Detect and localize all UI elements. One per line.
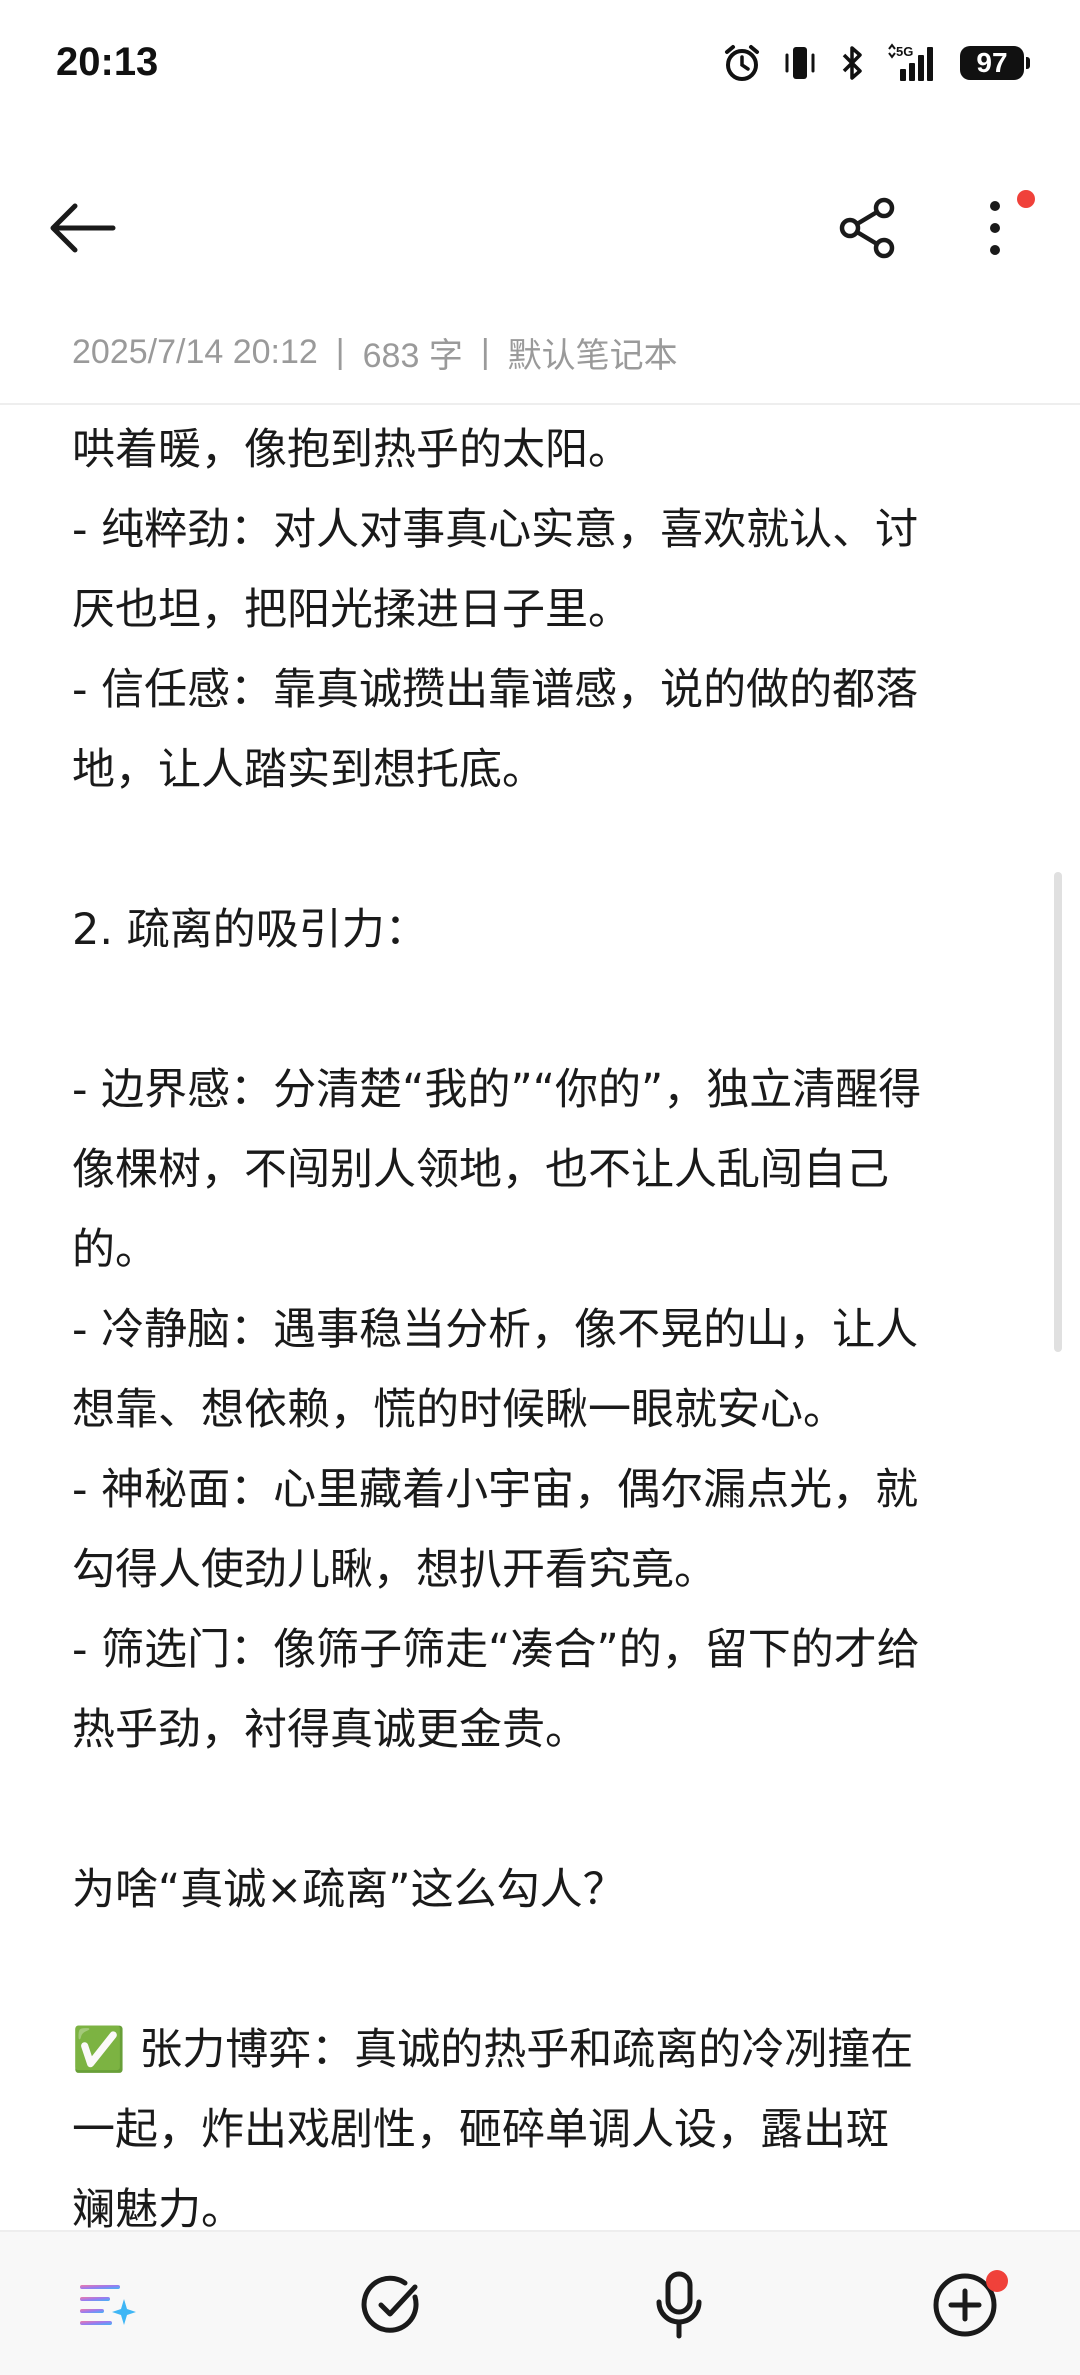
note-notebook[interactable]: 默认笔记本	[508, 328, 678, 377]
alarm-icon	[722, 43, 762, 83]
meta-separator: |	[335, 333, 345, 371]
note-body[interactable]: 哄着暖，像抱到热乎的太阳。 - 纯粹劲：对人对事真心实意，喜欢就认、讨 厌也坦，…	[72, 410, 1012, 2230]
checklist-button[interactable]	[348, 2260, 438, 2350]
note-word-count: 683 字	[362, 337, 463, 375]
toolbar	[0, 170, 1080, 285]
bluetooth-icon	[838, 43, 868, 83]
share-icon	[839, 197, 895, 259]
note-line: 地，让人踏实到想托底。	[72, 745, 545, 795]
5g-signal-icon: 5G	[886, 42, 942, 83]
note-datetime: 2025/7/14 20:12	[72, 333, 318, 371]
meta-separator: |	[480, 333, 490, 371]
note-line	[72, 1930, 1012, 2010]
note-line: 斓魅力。	[72, 2185, 244, 2230]
ai-text-icon	[80, 2285, 136, 2325]
back-button[interactable]	[40, 192, 124, 264]
note-line: 厌也坦，把阳光揉进日子里。	[72, 585, 631, 635]
note-line: 想靠、想依赖，慌的时候瞅一眼就安心。	[72, 1385, 846, 1435]
note-line: 为啥“真诚×疏离”这么勾人？	[72, 1865, 626, 1915]
more-button[interactable]	[955, 188, 1035, 268]
note-line: 勾得人使劲儿瞅，想扒开看究竟。	[72, 1545, 717, 1595]
more-vertical-icon	[990, 201, 1000, 255]
notification-dot	[986, 2270, 1008, 2292]
notification-dot	[1017, 190, 1035, 208]
vibrate-icon	[780, 43, 820, 83]
bottom-toolbar	[0, 2230, 1080, 2375]
checklist-icon	[361, 2275, 419, 2333]
note-line: - 筛选门：像筛子筛走“凑合”的，留下的才给	[72, 1625, 920, 1675]
note-line: - 边界感：分清楚“我的”“你的”，独立清醒得	[72, 1065, 922, 1115]
note-line: 的。	[72, 1225, 158, 1275]
note-line: - 信任感：靠真诚攒出靠谱感，说的做的都落	[72, 665, 919, 715]
microphone-icon	[656, 2271, 702, 2339]
note-line	[72, 810, 1012, 890]
note-line: - 冷静脑：遇事稳当分析，像不晃的山，让人	[72, 1305, 919, 1355]
status-bar: 20:13 5G 97	[0, 0, 1080, 125]
arrow-left-icon	[50, 203, 116, 253]
note-line	[72, 970, 1012, 1050]
note-line: ✅ 张力博弈：真诚的热乎和疏离的冷冽撞在	[72, 2025, 914, 2075]
ai-format-button[interactable]	[62, 2260, 152, 2350]
note-meta: 2025/7/14 20:12 | 683 字 | 默认笔记本	[72, 328, 678, 377]
note-line: 一起，炸出戏剧性，砸碎单调人设，露出斑	[72, 2105, 889, 2155]
note-line: - 神秘面：心里藏着小宇宙，偶尔漏点光，就	[72, 1465, 919, 1515]
note-line	[72, 1770, 1012, 1850]
divider	[0, 403, 1080, 405]
add-button[interactable]	[920, 2260, 1010, 2350]
battery-indicator: 97	[960, 45, 1030, 80]
svg-text:5G: 5G	[896, 44, 913, 59]
note-line: 哄着暖，像抱到热乎的太阳。	[72, 425, 631, 475]
share-button[interactable]	[826, 190, 910, 266]
scrollbar[interactable]	[1054, 872, 1062, 1352]
note-line: 2. 疏离的吸引力：	[72, 905, 428, 955]
note-line: 热乎劲，衬得真诚更金贵。	[72, 1705, 588, 1755]
status-icons: 5G 97	[722, 42, 1030, 83]
note-line: - 纯粹劲：对人对事真心实意，喜欢就认、讨	[72, 505, 919, 555]
note-line: 像棵树，不闯别人领地，也不让人乱闯自己	[72, 1145, 889, 1195]
voice-button[interactable]	[634, 2260, 724, 2350]
status-time: 20:13	[56, 40, 159, 84]
